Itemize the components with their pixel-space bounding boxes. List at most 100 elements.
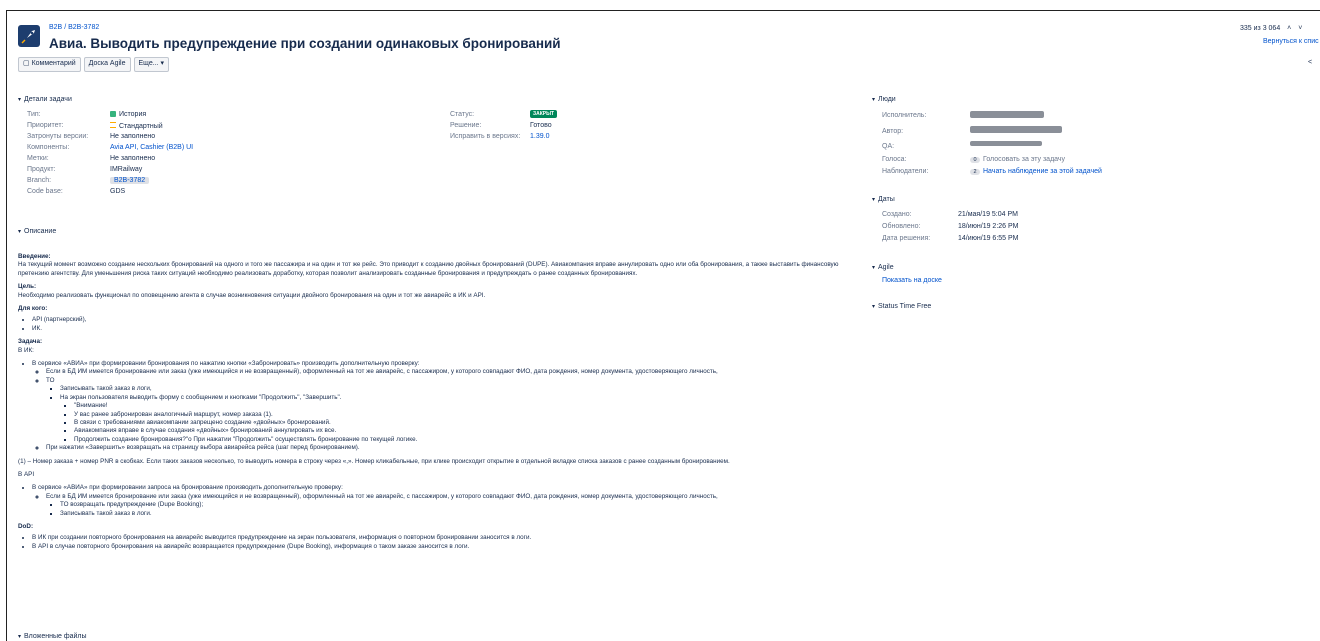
list-item: Продолжить создание бронирования?"о При … [74, 436, 868, 444]
list-item: В ИК при создании повторного бронировани… [32, 534, 868, 542]
api-item-text: В сервисе «АВИА» при формировании запрос… [32, 484, 343, 492]
agile-heading[interactable]: ▾ Agile [872, 264, 894, 271]
field-value-branch[interactable]: B2B-3782 [110, 177, 150, 184]
breadcrumb: B2B / B2B-3782 [49, 24, 99, 31]
author-redacted [970, 126, 1062, 133]
back-to-search-link[interactable]: Вернуться к спис [1263, 38, 1319, 45]
issue-counter: 335 из 3 064 ˄ ˅ [1240, 25, 1302, 32]
watch-link[interactable]: Начать наблюдение за этой задачей [983, 168, 1102, 175]
more-button[interactable]: Еще... ▾ [133, 57, 170, 72]
field-value-type-text: История [119, 111, 147, 118]
resolved-label: Дата решения: [882, 235, 931, 242]
list-item: В сервисе «АВИА» при формировании запрос… [32, 484, 868, 518]
breadcrumb-issue[interactable]: B2B-3782 [68, 24, 99, 31]
updated-label: Обновлено: [882, 223, 921, 230]
task-heading: Задача: [18, 338, 43, 346]
breadcrumb-project[interactable]: B2B [49, 24, 62, 31]
dates-heading[interactable]: ▾ Даты [872, 196, 895, 203]
vote-link[interactable]: Голосовать за эту задачу [983, 156, 1065, 163]
chevron-down-icon: ▾ [872, 97, 876, 103]
description-heading[interactable]: ▾ Описание [18, 228, 56, 235]
field-value-product: IMRailway [110, 166, 143, 173]
field-label-status: Статус: [450, 111, 475, 118]
field-label-branch: Branch: [27, 177, 52, 184]
resolved-value: 14/июн/19 6:55 PM [958, 235, 1019, 242]
description-body: Введение: На текущий момент возможно соз… [18, 253, 868, 551]
api-condition-text: Если в БД ИМ имеется бронирование или за… [46, 492, 718, 500]
dod-heading: DoD: [18, 522, 34, 530]
list-item: ТО Записывать такой заказ в логи, На экр… [46, 377, 868, 444]
updated-value: 18/июн/19 2:26 PM [958, 223, 1019, 230]
votes-count: 0 [970, 157, 980, 163]
status-time-heading-label: Status Time Free [878, 303, 932, 310]
description-heading-label: Описание [24, 228, 57, 235]
chevron-down-icon: ▾ [872, 265, 876, 271]
chevron-down-icon: ▾ [158, 60, 165, 67]
field-label-type: Тип: [27, 111, 41, 118]
attachments-heading[interactable]: ▾ Вложенные файлы [18, 633, 87, 640]
api-list: В сервисе «АВИА» при формировании запрос… [18, 484, 868, 518]
priority-medium-icon [110, 122, 116, 128]
project-avatar-icon[interactable] [18, 25, 40, 47]
goals-heading: Цель: [18, 283, 37, 291]
list-item: В API в случае повторного бронирования н… [32, 543, 868, 551]
chevron-up-icon[interactable]: ˄ [1287, 25, 1291, 32]
agile-board-button[interactable]: Доска Agile [83, 57, 131, 72]
watchers-value: 2 Начать наблюдение за этой задачей [970, 168, 1102, 175]
field-value-priority-text: Стандартный [119, 123, 163, 130]
list-item: Авиакомпания вправе в случае создания «д… [74, 427, 868, 435]
votes-label: Голоса: [882, 156, 907, 163]
qa-label: QA: [882, 143, 895, 150]
watchers-label: Наблюдатели: [882, 168, 929, 175]
field-value-fix-versions[interactable]: 1.39.0 [530, 133, 549, 140]
intro-text: На текущий момент возможно создание неск… [18, 261, 839, 277]
chevron-down-icon: ▾ [18, 97, 22, 103]
field-label-priority: Приоритет: [27, 122, 64, 129]
for-whom-heading: Для кого: [18, 305, 48, 313]
field-value-affects-versions: Не заполнено [110, 133, 156, 140]
chevron-down-icon: ▾ [872, 304, 876, 310]
field-value-labels: Не заполнено [110, 155, 156, 162]
status-badge: ЗАКРЫТ [530, 110, 558, 118]
field-label-components: Компоненты: [27, 144, 70, 151]
breadcrumb-separator: / [64, 24, 67, 31]
author-label: Автор: [882, 128, 904, 135]
more-button-label: Еще... [138, 60, 159, 67]
field-label-labels: Метки: [27, 155, 49, 162]
created-value: 21/мая/19 5:04 PM [958, 211, 1018, 218]
dod-list: В ИК при создании повторного бронировани… [18, 534, 868, 551]
ik-then-text: ТО [46, 376, 55, 384]
chevron-down-icon: ▾ [872, 197, 876, 203]
field-label-fix-versions: Исправить в версиях: [450, 133, 521, 140]
issue-counter-text: 335 из 3 064 [1240, 25, 1281, 32]
field-value-code-base: GDS [110, 188, 126, 195]
dates-heading-label: Даты [878, 196, 895, 203]
chevron-down-icon[interactable]: ˅ [1298, 25, 1302, 32]
show-on-board-link[interactable]: Показать на доске [882, 277, 942, 284]
list-item: ИК. [32, 325, 868, 333]
people-heading[interactable]: ▾ Люди [872, 96, 896, 103]
comment-button-label: Комментарий [31, 60, 76, 67]
page-title: Авиа. Выводить предупреждение при создан… [49, 36, 561, 51]
chevron-down-icon: ▾ [18, 634, 22, 640]
list-item: API (партнерский), [32, 316, 868, 324]
attachments-heading-label: Вложенные файлы [24, 633, 87, 640]
list-item: Если в БД ИМ имеется бронирование или за… [46, 493, 868, 518]
details-heading[interactable]: ▾ Детали задачи [18, 96, 72, 103]
status-time-heading[interactable]: ▾ Status Time Free [872, 303, 931, 310]
field-value-components[interactable]: Avia API, Cashier (B2B) UI [110, 144, 193, 151]
list-item: На экран пользователя выводить форму с с… [60, 394, 868, 444]
field-label-resolution: Решение: [450, 122, 482, 129]
comment-button[interactable]: ▢ Комментарий [18, 57, 81, 72]
list-item: Записывать такой заказ в логи. [60, 510, 868, 518]
field-value-priority: Стандартный [110, 122, 163, 130]
list-item: ТО возвращать предупреждение (Dupe Booki… [60, 501, 868, 509]
field-value-type: История [110, 111, 146, 118]
list-item: "Внимание! [74, 402, 868, 410]
qa-redacted [970, 141, 1042, 146]
field-label-affects-versions: Затронуты версии: [27, 133, 89, 140]
share-icon[interactable]: < [1308, 59, 1318, 70]
branch-tag[interactable]: B2B-3782 [110, 177, 150, 184]
list-item: В сервисе «АВИА» при формировании бронир… [32, 360, 868, 452]
task-api-label: В API [18, 470, 35, 478]
